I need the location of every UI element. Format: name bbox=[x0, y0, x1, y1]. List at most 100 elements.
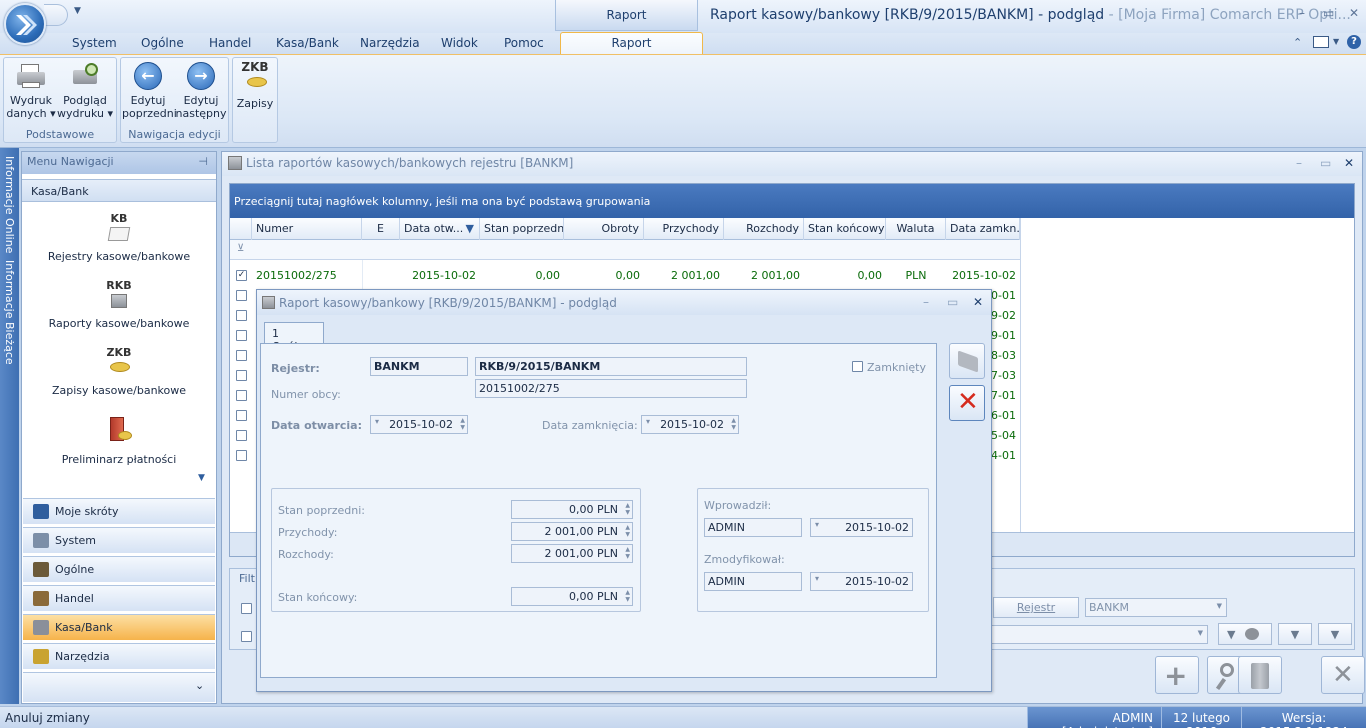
add-button[interactable]: + bbox=[1155, 656, 1199, 694]
help-icon[interactable]: ? bbox=[1347, 35, 1361, 49]
print-preview-button[interactable]: Podgląd wydruku ▾ bbox=[57, 62, 113, 120]
entered-date-field[interactable]: ▾ 2015-10-02 bbox=[810, 518, 913, 537]
tab-cash-bank[interactable]: Kasa/Bank bbox=[276, 36, 339, 50]
filter-apply-button[interactable]: ▼ bbox=[1218, 623, 1272, 645]
row-checkbox[interactable] bbox=[236, 450, 247, 461]
register-select[interactable]: BANKM ▼ bbox=[1085, 598, 1227, 617]
nav-bar-system[interactable]: System bbox=[23, 527, 215, 553]
print-data-button[interactable]: Wydruk danych ▾ bbox=[6, 62, 56, 120]
window-minimize-button[interactable]: – bbox=[1299, 6, 1305, 20]
window-layout-icon[interactable] bbox=[1313, 36, 1329, 48]
nav-item-schedule[interactable]: Preliminarz płatności bbox=[22, 415, 216, 466]
open-date-field[interactable]: ▾ 2015-10-02 ▲ ▼ bbox=[370, 415, 468, 434]
column-expense[interactable]: Rozchody bbox=[724, 218, 804, 240]
modified-date-field[interactable]: ▾ 2015-10-02 bbox=[810, 572, 913, 591]
income-field[interactable]: 2 001,00 PLN ▲ ▼ bbox=[511, 522, 633, 541]
nav-bar-label: Narzędzia bbox=[55, 650, 110, 663]
filter-clear-button[interactable]: ▼ bbox=[1318, 623, 1352, 645]
quick-access-toolbar[interactable] bbox=[44, 4, 68, 26]
table-row[interactable]: ✓ 20151002/275 2015-10-02 0,00 0,00 2 00… bbox=[230, 266, 1020, 286]
nav-item-entries[interactable]: ZKB Zapisy kasowe/bankowe bbox=[22, 346, 216, 397]
close-date-field[interactable]: ▾ 2015-10-02 ▲ ▼ bbox=[641, 415, 739, 434]
nav-bar-general[interactable]: Ogólne bbox=[23, 556, 215, 582]
list-close-button[interactable]: ✕ bbox=[1344, 156, 1354, 170]
dialog-minimize-button[interactable]: – bbox=[923, 295, 929, 309]
delete-button[interactable] bbox=[1238, 656, 1282, 694]
close-x-icon: ✕ bbox=[1332, 660, 1354, 690]
edit-previous-button[interactable]: ← Edytuj poprzedni bbox=[122, 62, 177, 120]
column-currency[interactable]: Waluta bbox=[886, 218, 946, 240]
pin-icon[interactable]: ⊣ bbox=[198, 155, 208, 168]
row-checkbox[interactable]: ✓ bbox=[236, 270, 247, 281]
window-layout-dropdown-icon[interactable]: ▼ bbox=[1333, 37, 1339, 46]
tab-tools[interactable]: Narzędzia bbox=[360, 36, 420, 50]
save-button[interactable] bbox=[949, 343, 985, 379]
tab-trade[interactable]: Handel bbox=[209, 36, 251, 50]
tab-system[interactable]: System bbox=[72, 36, 117, 50]
foreign-number-field[interactable]: 20151002/275 bbox=[475, 379, 747, 398]
register-button[interactable]: Rejestr bbox=[993, 597, 1079, 618]
filter-checkbox-1[interactable] bbox=[241, 603, 252, 614]
row-checkbox[interactable] bbox=[236, 310, 247, 321]
expense-field[interactable]: 2 001,00 PLN ▲ ▼ bbox=[511, 544, 633, 563]
row-checkbox[interactable] bbox=[236, 390, 247, 401]
row-checkbox[interactable] bbox=[236, 410, 247, 421]
close-list-button[interactable]: ✕ bbox=[1321, 656, 1365, 694]
window-close-button[interactable]: ✕ bbox=[1349, 6, 1359, 20]
list-window-title-text: Lista raportów kasowych/bankowych rejest… bbox=[246, 156, 574, 170]
column-open-date[interactable]: Data otw... ▼ bbox=[400, 218, 480, 240]
column-number[interactable]: Numer bbox=[252, 218, 362, 240]
edit-next-button[interactable]: → Edytuj następny bbox=[175, 62, 227, 120]
column-turnover[interactable]: Obroty bbox=[564, 218, 644, 240]
nav-item-reports[interactable]: RKB Raporty kasowe/bankowe bbox=[22, 279, 216, 330]
closed-checkbox[interactable] bbox=[852, 361, 863, 372]
row-checkbox[interactable] bbox=[236, 370, 247, 381]
app-menu-button[interactable] bbox=[4, 3, 46, 45]
tab-view[interactable]: Widok bbox=[441, 36, 478, 50]
window-restore-button[interactable]: ▭ bbox=[1323, 6, 1334, 20]
tab-general[interactable]: 1 Ogólne bbox=[264, 322, 324, 353]
modified-user-field[interactable]: ADMIN bbox=[704, 572, 802, 591]
scroll-down-icon[interactable]: ▼ bbox=[198, 473, 205, 483]
dialog-restore-button[interactable]: ▭ bbox=[947, 295, 958, 309]
list-restore-button[interactable]: ▭ bbox=[1320, 156, 1331, 170]
column-prev-balance[interactable]: Stan poprzedni bbox=[480, 218, 564, 240]
register-field[interactable]: BANKM bbox=[370, 357, 468, 376]
filter-icon[interactable]: ⊻ bbox=[237, 243, 244, 254]
records-button[interactable]: ZKB Zapisy bbox=[234, 61, 276, 111]
column-close-date[interactable]: Data zamkn. bbox=[946, 218, 1020, 240]
prev-balance-field[interactable]: 0,00 PLN ▲ ▼ bbox=[511, 500, 633, 519]
nav-bar-tools[interactable]: Narzędzia bbox=[23, 643, 215, 669]
row-checkbox[interactable] bbox=[236, 430, 247, 441]
list-minimize-button[interactable]: – bbox=[1296, 156, 1302, 170]
dialog-close-button[interactable]: ✕ bbox=[973, 295, 983, 309]
column-end-balance[interactable]: Stan końcowy bbox=[804, 218, 886, 240]
nav-bar-trade[interactable]: Handel bbox=[23, 585, 215, 611]
column-income[interactable]: Przychody bbox=[644, 218, 724, 240]
nav-bar-cash-bank[interactable]: Kasa/Bank bbox=[23, 614, 215, 640]
quick-access-dropdown-icon[interactable]: ▼ bbox=[74, 6, 81, 16]
group-by-box[interactable]: Przeciągnij tutaj nagłówek kolumny, jeśl… bbox=[230, 184, 1354, 218]
tab-cash-report[interactable]: Raport kasowy/bankowy bbox=[560, 32, 703, 71]
end-balance-field[interactable]: 0,00 PLN ▲ ▼ bbox=[511, 587, 633, 606]
document-number-field[interactable]: RKB/9/2015/BANKM bbox=[475, 357, 747, 376]
tab-online-info[interactable]: Informacje Online bbox=[3, 156, 16, 253]
entered-user-field[interactable]: ADMIN bbox=[704, 518, 802, 537]
nav-item-registers[interactable]: KB Rejestry kasowe/bankowe bbox=[22, 212, 216, 263]
column-e[interactable]: E bbox=[362, 218, 400, 240]
row-checkbox[interactable] bbox=[236, 290, 247, 301]
ribbon-collapse-icon[interactable]: ⌃ bbox=[1293, 36, 1302, 49]
grid-filter-row[interactable]: ⊻ bbox=[230, 240, 1020, 260]
filter-checkbox-2[interactable] bbox=[241, 631, 252, 642]
navigation-section[interactable]: Kasa/Bank bbox=[22, 179, 216, 202]
nav-bar-shortcuts[interactable]: Moje skróty bbox=[23, 498, 215, 524]
filter-advanced-button[interactable]: ▼ bbox=[1278, 623, 1312, 645]
row-checkbox[interactable] bbox=[236, 330, 247, 341]
nav-bar-expand[interactable]: ⌄ bbox=[23, 672, 215, 702]
tab-general[interactable]: Ogólne bbox=[141, 36, 184, 50]
cancel-button[interactable]: ✕ bbox=[949, 385, 985, 421]
filter-combo[interactable]: ▼ bbox=[990, 625, 1208, 644]
row-checkbox[interactable] bbox=[236, 350, 247, 361]
tab-current-info[interactable]: Informacje Bieżące bbox=[3, 260, 16, 365]
tab-help[interactable]: Pomoc bbox=[504, 36, 544, 50]
